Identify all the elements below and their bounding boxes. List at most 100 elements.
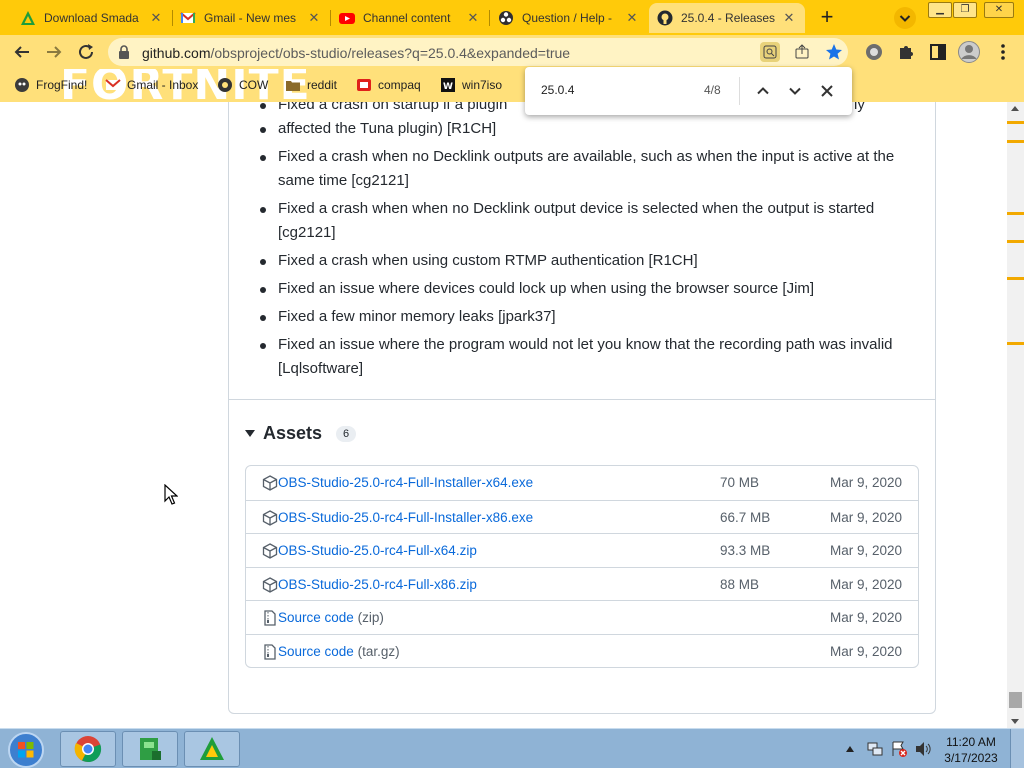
scroll-down-arrow-icon[interactable] bbox=[1011, 719, 1019, 724]
file-zip-icon bbox=[262, 643, 278, 660]
globe-icon bbox=[217, 77, 233, 93]
find-separator bbox=[739, 77, 740, 105]
bookmark-compaq[interactable]: compaq bbox=[356, 76, 421, 94]
close-tab-icon[interactable]: ✕ bbox=[624, 10, 640, 26]
close-window-button[interactable]: ✕ bbox=[984, 2, 1014, 18]
menu-kebab-icon[interactable] bbox=[991, 40, 1015, 64]
frog-icon bbox=[14, 77, 30, 93]
taskbar-clock[interactable]: 11:20 AM 3/17/2023 bbox=[940, 734, 1002, 766]
start-button[interactable] bbox=[8, 732, 44, 768]
youtube-icon bbox=[339, 10, 355, 26]
taskbar-app-button[interactable] bbox=[122, 731, 178, 767]
note-text: affected the Tuna plugin) [R1CH] bbox=[278, 120, 497, 137]
asset-row: Source code (tar.gz) Mar 9, 2020 bbox=[246, 633, 918, 668]
mouse-cursor-icon bbox=[164, 483, 179, 511]
find-previous-button[interactable] bbox=[751, 79, 775, 103]
share-icon[interactable] bbox=[792, 42, 812, 62]
tab-title: Channel content bbox=[363, 11, 451, 25]
reload-button[interactable] bbox=[74, 40, 98, 64]
tab-search-button[interactable] bbox=[893, 6, 917, 30]
tab-releases-active[interactable]: 25.0.4 - Releases ✕ bbox=[649, 3, 805, 33]
clock-time: 11:20 AM bbox=[946, 735, 996, 749]
bookmark-gmail-inbox[interactable]: Gmail - Inbox bbox=[105, 76, 198, 94]
win-icon: W bbox=[440, 77, 456, 93]
bookmark-star-icon[interactable] bbox=[824, 42, 844, 62]
tray-action-center-icon[interactable] bbox=[888, 737, 910, 761]
tab-channel-content[interactable]: Channel content ✕ bbox=[331, 3, 489, 33]
find-next-button[interactable] bbox=[783, 79, 807, 103]
tab-question-help[interactable]: Question / Help - ✕ bbox=[490, 3, 648, 33]
tab-gmail[interactable]: Gmail - New mes ✕ bbox=[172, 3, 330, 33]
forward-button[interactable] bbox=[42, 40, 66, 64]
gmail-icon bbox=[105, 77, 121, 93]
find-close-button[interactable] bbox=[815, 79, 839, 103]
address-bar[interactable]: github.com/obsproject/obs-studio/release… bbox=[108, 38, 848, 66]
assets-toggle[interactable]: Assets 6 bbox=[245, 423, 357, 444]
asset-row: OBS-Studio-25.0-rc4-Full-Installer-x64.e… bbox=[246, 466, 918, 500]
bookmark-label: COW bbox=[239, 78, 269, 92]
close-tab-icon[interactable]: ✕ bbox=[465, 10, 481, 26]
asset-link[interactable]: Source code (tar.gz) bbox=[278, 644, 400, 659]
taskbar-chrome-button[interactable] bbox=[60, 731, 116, 767]
minimize-window-button[interactable]: ▁ bbox=[928, 2, 952, 18]
close-tab-icon[interactable]: ✕ bbox=[148, 10, 164, 26]
close-tab-icon[interactable]: ✕ bbox=[781, 10, 797, 26]
url-text[interactable]: github.com/obsproject/obs-studio/release… bbox=[142, 45, 570, 61]
scrollbar-thumb[interactable] bbox=[1009, 692, 1022, 708]
asset-size: 93.3 MB bbox=[720, 543, 771, 558]
asset-link[interactable]: OBS-Studio-25.0-rc4-Full-Installer-x64.e… bbox=[278, 475, 533, 490]
side-panel-icon[interactable] bbox=[926, 40, 950, 64]
package-icon bbox=[262, 509, 278, 526]
taskbar-smadav-button[interactable] bbox=[184, 731, 240, 767]
package-icon bbox=[262, 475, 278, 491]
asset-link[interactable]: OBS-Studio-25.0-rc4-Full-x64.zip bbox=[278, 543, 477, 558]
bookmark-cow[interactable]: COW bbox=[217, 76, 268, 94]
asset-date: Mar 9, 2020 bbox=[829, 610, 902, 625]
folder-icon bbox=[285, 77, 301, 93]
bookmark-frogfind[interactable]: FrogFind! bbox=[14, 76, 87, 94]
asset-name: OBS-Studio-25.0-rc4-Full-Installer-x64.e… bbox=[278, 475, 534, 490]
bookmark-label: Gmail - Inbox bbox=[127, 78, 199, 92]
close-tab-icon[interactable]: ✕ bbox=[306, 10, 322, 26]
bookmark-reddit[interactable]: reddit bbox=[285, 76, 337, 94]
page-scrollbar[interactable] bbox=[1007, 102, 1024, 728]
asset-row: Source code (zip) Mar 9, 2020 bbox=[246, 600, 918, 634]
windows-logo-icon bbox=[18, 742, 34, 758]
find-input[interactable]: 25.0.4 bbox=[541, 83, 574, 97]
file-zip-icon bbox=[262, 610, 278, 626]
lock-icon[interactable] bbox=[118, 45, 130, 64]
tray-volume-icon[interactable] bbox=[912, 737, 934, 761]
asset-link[interactable]: OBS-Studio-25.0-rc4-Full-Installer-x86.e… bbox=[278, 510, 533, 525]
asset-name: OBS-Studio-25.0-rc4-Full-x64.zip bbox=[278, 543, 477, 558]
note-text: Fixed an issue where the program would n… bbox=[278, 336, 893, 377]
bookmark-label: reddit bbox=[307, 78, 338, 92]
url-path: /obsproject/obs-studio/releases?q=25.0.4… bbox=[210, 45, 571, 61]
find-in-page-icon[interactable] bbox=[760, 42, 780, 62]
find-match-marker bbox=[1007, 277, 1024, 280]
profile-avatar[interactable] bbox=[957, 40, 981, 64]
note-text: Fixed a crash when using custom RTMP aut… bbox=[278, 252, 698, 269]
tab-title: Gmail - New mes bbox=[204, 11, 297, 25]
tray-network-icon[interactable] bbox=[864, 737, 886, 761]
tab-download-smadav[interactable]: Download Smada ✕ bbox=[12, 3, 172, 33]
package-icon bbox=[262, 543, 278, 559]
puzzle-icon[interactable] bbox=[894, 40, 918, 64]
show-hidden-icons-button[interactable] bbox=[843, 737, 857, 761]
assets-count-badge: 6 bbox=[336, 425, 357, 442]
extension-icon[interactable] bbox=[862, 40, 886, 64]
scroll-up-arrow-icon[interactable] bbox=[1011, 106, 1019, 111]
bookmark-win7iso[interactable]: W win7iso bbox=[440, 76, 502, 94]
asset-link[interactable]: Source code (zip) bbox=[278, 610, 384, 625]
show-desktop-button[interactable] bbox=[1010, 729, 1024, 768]
asset-link[interactable]: OBS-Studio-25.0-rc4-Full-x86.zip bbox=[278, 577, 477, 592]
tab-title: Question / Help - bbox=[522, 11, 613, 25]
windows-taskbar: 11:20 AM 3/17/2023 bbox=[0, 728, 1024, 768]
asset-size: 88 MB bbox=[720, 576, 760, 592]
new-tab-button[interactable]: + bbox=[815, 6, 839, 30]
restore-window-button[interactable]: ❐ bbox=[953, 2, 977, 18]
note-text: Fixed a crash when when no Decklink outp… bbox=[278, 200, 875, 241]
back-button[interactable] bbox=[10, 40, 34, 64]
tab-strip: Download Smada ✕ Gmail - New mes ✕ Chann… bbox=[0, 0, 1024, 35]
release-notes-list: Fixed a crash on startup if a plugin ly a… bbox=[249, 102, 909, 385]
svg-text:W: W bbox=[443, 82, 453, 92]
